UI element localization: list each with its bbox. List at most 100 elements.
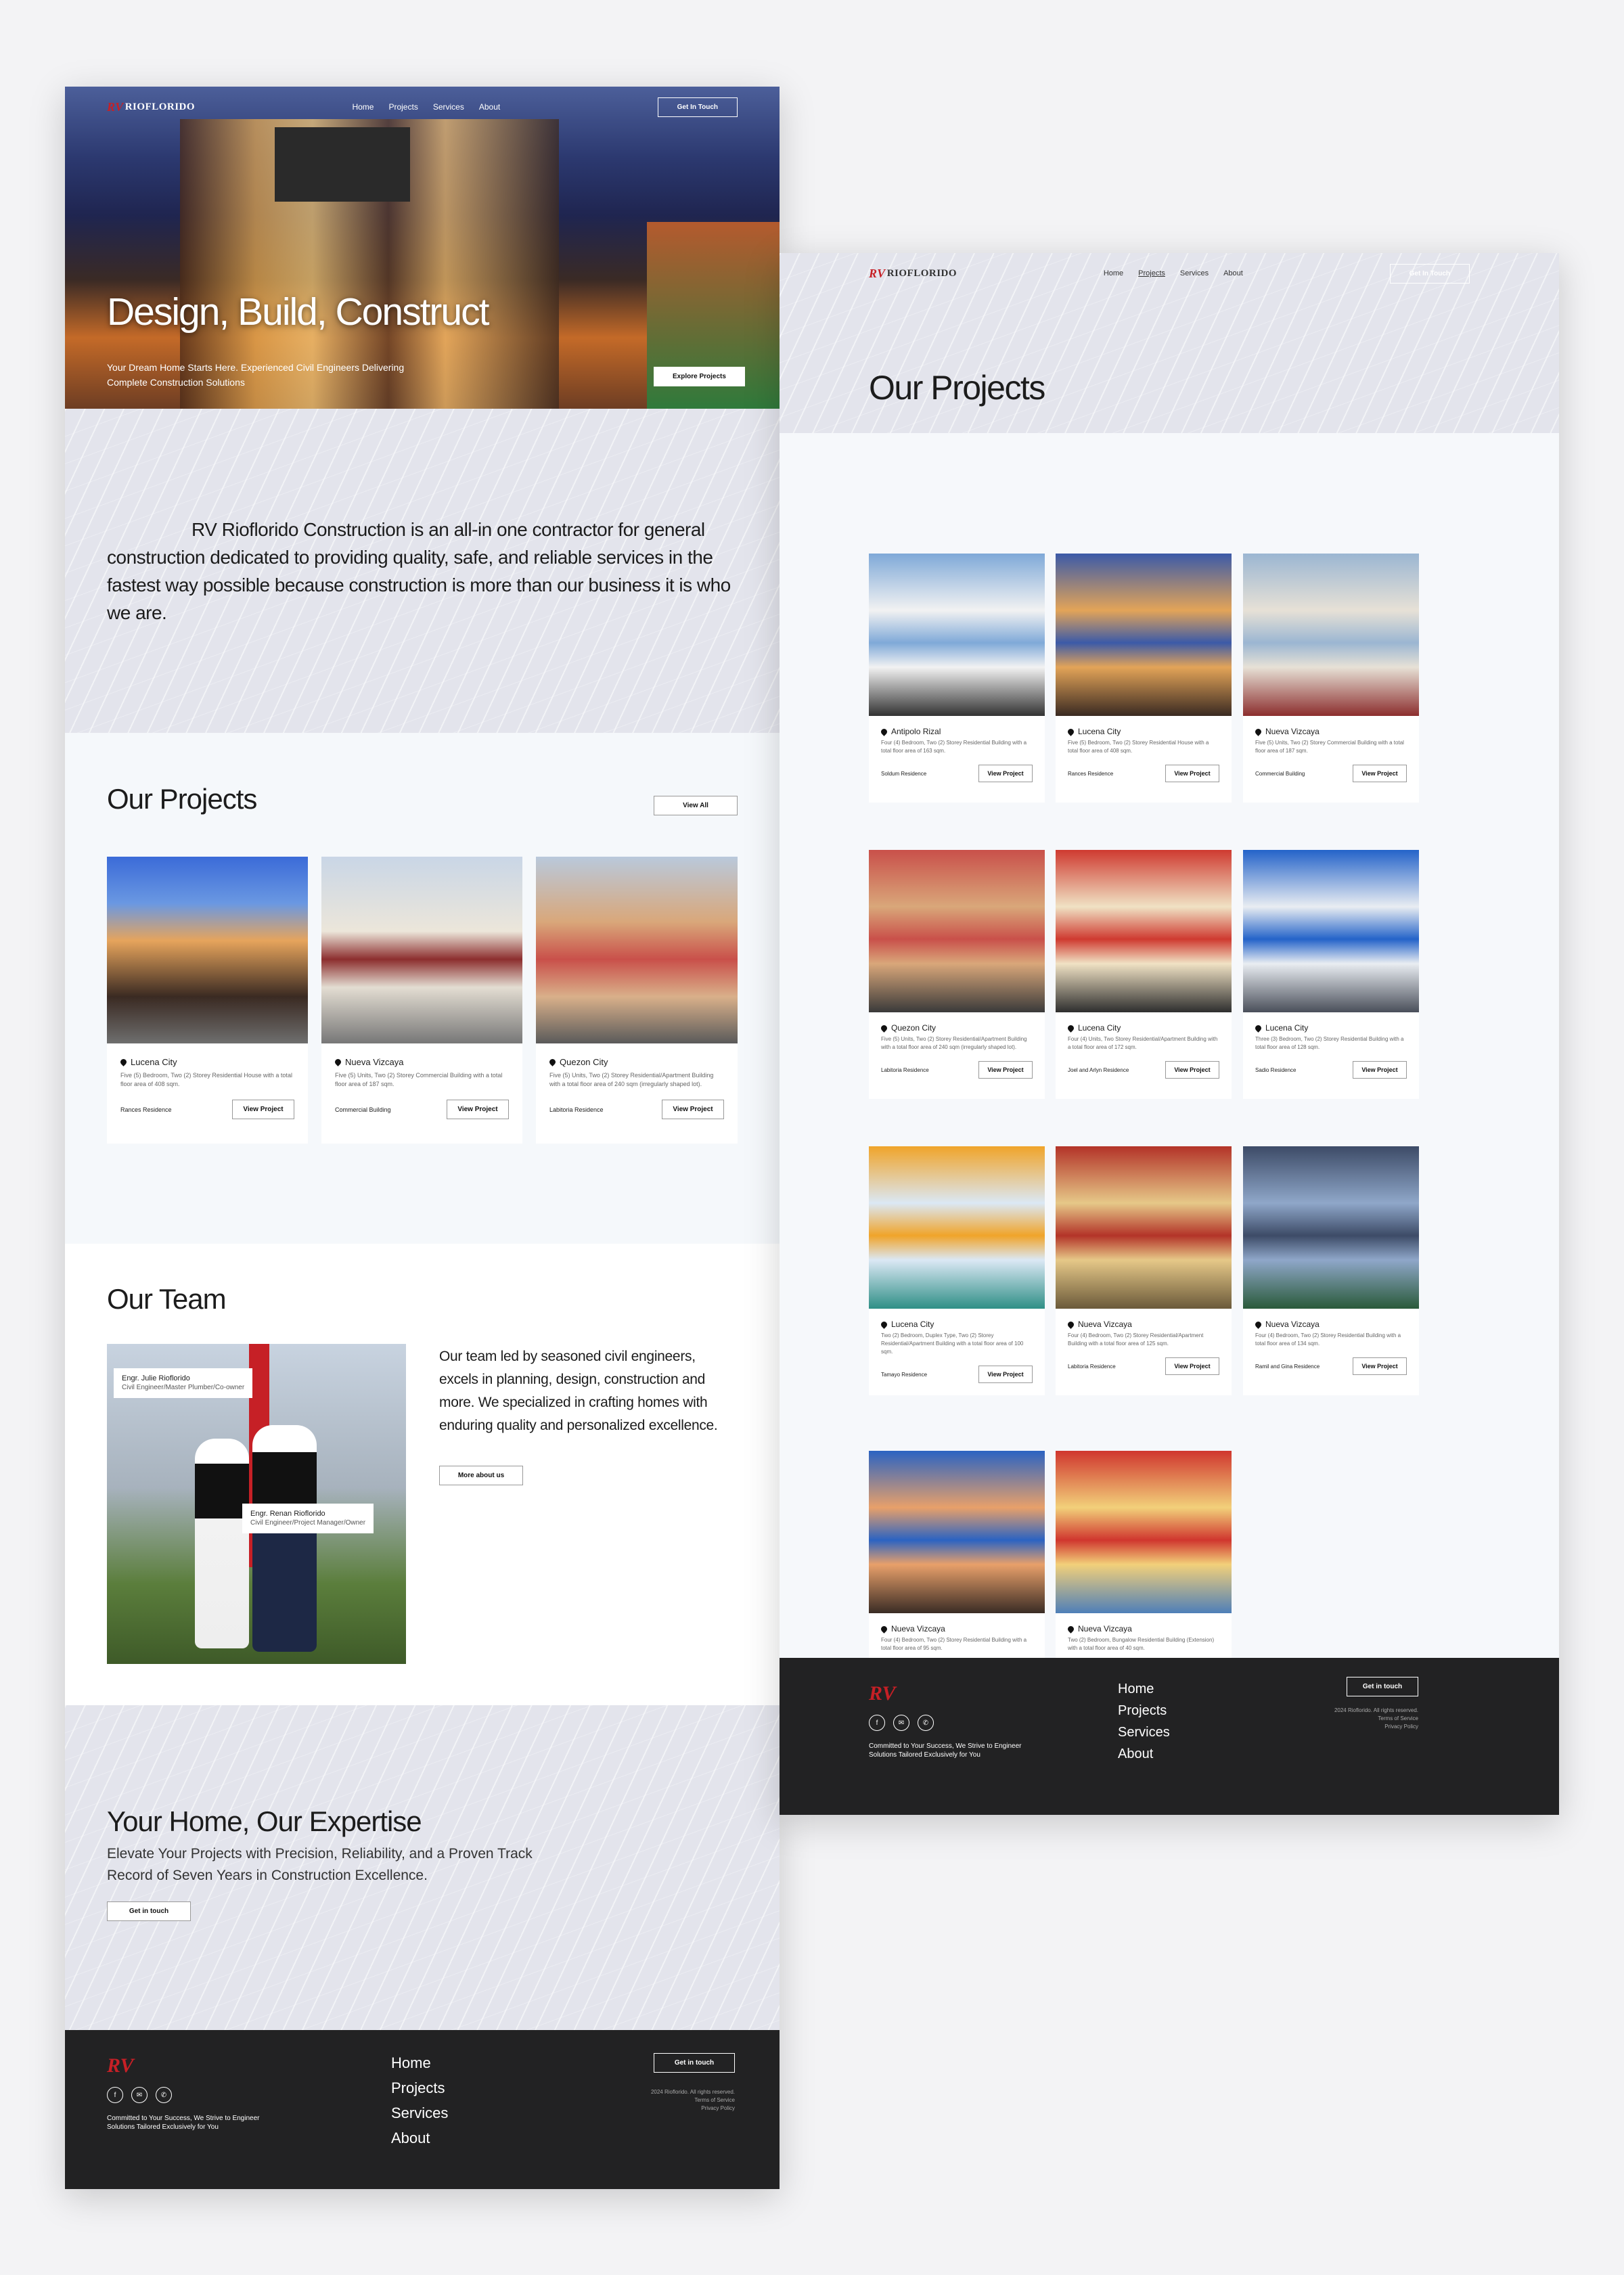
- footer-link-projects[interactable]: Projects: [1118, 1700, 1170, 1721]
- view-project-button[interactable]: View Project: [1165, 1357, 1219, 1375]
- project-photo: [1056, 554, 1232, 716]
- team-title: Our Team: [107, 1283, 227, 1315]
- project-card[interactable]: Nueva Vizcaya Five (5) Units, Two (2) St…: [321, 857, 522, 1144]
- brand-logo[interactable]: RV RIOFLORIDO: [107, 100, 195, 114]
- footer-tagline: Committed to Your Success, We Strive to …: [869, 1742, 1022, 1759]
- location-pin-icon: [880, 1023, 888, 1033]
- nav-services[interactable]: Services: [1180, 269, 1209, 277]
- location-pin-icon: [1254, 727, 1263, 736]
- location-pin-icon: [1254, 1023, 1263, 1033]
- footer-link-home[interactable]: Home: [391, 2050, 448, 2075]
- footer-link-services[interactable]: Services: [1118, 1721, 1170, 1743]
- project-description: Three (3) Bedroom, Two (2) Storey Reside…: [1255, 1036, 1404, 1050]
- privacy-link[interactable]: Privacy Policy: [1283, 1723, 1418, 1731]
- footer-get-in-touch-button[interactable]: Get in touch: [1347, 1677, 1418, 1696]
- project-photo: [1243, 554, 1419, 716]
- project-card[interactable]: Antipolo Rizal Four (4) Bedroom, Two (2) …: [869, 554, 1045, 803]
- footer-legal: 2024 Rioflorido. All rights reserved. Te…: [1283, 1707, 1418, 1731]
- more-about-us-button[interactable]: More about us: [439, 1466, 523, 1485]
- project-name: Tamayo Residence: [881, 1371, 928, 1378]
- footer-link-services[interactable]: Services: [391, 2100, 448, 2125]
- brand-name: RIOFLORIDO: [886, 267, 957, 279]
- intro-text: RV Riofloridо Construction is an all-in …: [107, 519, 731, 623]
- get-in-touch-cta-button[interactable]: Get in touch: [107, 1901, 191, 1921]
- project-card[interactable]: Nueva Vizcaya Five (5) Units, Two (2) Sto…: [1243, 554, 1419, 803]
- project-description: Two (2) Bedroom, Duplex Type, Two (2) St…: [881, 1332, 1024, 1355]
- nav-projects[interactable]: Projects: [388, 102, 418, 112]
- footer-logo[interactable]: RV: [107, 2054, 133, 2077]
- view-all-button[interactable]: View All: [654, 796, 738, 815]
- project-location: Antipolo Rizal: [891, 727, 941, 736]
- location-pin-icon: [880, 727, 888, 736]
- nav-home[interactable]: Home: [1104, 269, 1123, 277]
- project-location: Lucena City: [131, 1057, 177, 1067]
- nav-about[interactable]: About: [1223, 269, 1243, 277]
- project-card[interactable]: Nueva Vizcaya Four (4) Bedroom, Two (2) S…: [1056, 1146, 1232, 1395]
- phone-icon[interactable]: ✆: [156, 2087, 172, 2103]
- intro-section: RV Riofloridо Construction is an all-in …: [65, 409, 780, 733]
- member-name: Engr. Julie Rioflorido: [122, 1374, 190, 1382]
- explore-projects-button[interactable]: Explore Projects: [654, 367, 745, 386]
- location-pin-icon: [880, 1624, 888, 1634]
- footer-links: Home Projects Services About: [391, 2050, 448, 2150]
- cta-section: Your Home, Our Expertise Elevate Your Pr…: [65, 1705, 780, 2030]
- project-card[interactable]: Lucena City Four (4) Units, Two Storey Re…: [1056, 850, 1232, 1099]
- mail-icon[interactable]: ✉: [893, 1715, 909, 1731]
- view-project-button[interactable]: View Project: [1353, 765, 1407, 782]
- view-project-button[interactable]: View Project: [978, 1366, 1033, 1383]
- footer-link-about[interactable]: About: [391, 2125, 448, 2150]
- project-card[interactable]: Lucena City Three (3) Bedroom, Two (2) St…: [1243, 850, 1419, 1099]
- project-photo: [1243, 1146, 1419, 1309]
- hero-house-roof: [275, 127, 410, 202]
- get-in-touch-button[interactable]: Get In Touch: [657, 97, 738, 117]
- view-project-button[interactable]: View Project: [978, 1061, 1033, 1079]
- project-name: Labitoria Residence: [1068, 1363, 1116, 1370]
- project-photo: [1056, 850, 1232, 1012]
- terms-link[interactable]: Terms of Service: [1283, 1715, 1418, 1723]
- project-location: Lucena City: [1078, 727, 1121, 736]
- view-project-button[interactable]: View Project: [447, 1100, 509, 1119]
- nav-links: Home Projects Services About: [352, 102, 500, 112]
- footer-link-about[interactable]: About: [1118, 1743, 1170, 1765]
- view-project-button[interactable]: View Project: [1353, 1357, 1407, 1375]
- projects-grid: Antipolo Rizal Four (4) Bedroom, Two (2) …: [780, 433, 1559, 1700]
- nav-links: Home Projects Services About: [1104, 269, 1243, 277]
- project-card[interactable]: Quezon City Five (5) Units, Two (2) Stor…: [536, 857, 738, 1144]
- mail-icon[interactable]: ✉: [131, 2087, 148, 2103]
- get-in-touch-button[interactable]: Get In Touch: [1389, 263, 1470, 284]
- view-project-button[interactable]: View Project: [1353, 1061, 1407, 1079]
- project-card[interactable]: Lucena City Five (5) Bedroom, Two (2) Sto…: [1056, 554, 1232, 803]
- view-project-button[interactable]: View Project: [1165, 1061, 1219, 1079]
- hero-title: Design, Build, Construct: [107, 290, 489, 334]
- nav-services[interactable]: Services: [433, 102, 464, 112]
- project-photo: [107, 857, 308, 1043]
- footer-logo[interactable]: RV: [869, 1682, 895, 1705]
- footer-link-home[interactable]: Home: [1118, 1678, 1170, 1700]
- project-card[interactable]: Nueva Vizcaya Four (4) Bedroom, Two (2) S…: [1243, 1146, 1419, 1395]
- view-project-button[interactable]: View Project: [978, 765, 1033, 782]
- view-project-button[interactable]: View Project: [1165, 765, 1219, 782]
- footer-link-projects[interactable]: Projects: [391, 2075, 448, 2100]
- nav-home[interactable]: Home: [352, 102, 374, 112]
- privacy-link[interactable]: Privacy Policy: [600, 2104, 735, 2113]
- project-name: Commercial Building: [1255, 770, 1305, 777]
- footer-legal: 2024 Rioflorido. All rights reserved. Te…: [600, 2088, 735, 2113]
- project-card[interactable]: Lucena City Five (5) Bedroom, Two (2) St…: [107, 857, 308, 1144]
- project-location: Nueva Vizcaya: [1078, 1624, 1132, 1634]
- project-card[interactable]: Lucena City Two (2) Bedroom, Duplex Type,…: [869, 1146, 1045, 1395]
- project-description: Four (4) Bedroom, Two (2) Storey Residen…: [1068, 1332, 1204, 1347]
- view-project-button[interactable]: View Project: [232, 1100, 294, 1119]
- nav-about[interactable]: About: [479, 102, 500, 112]
- brand-logo[interactable]: RV RIOFLORIDO: [869, 267, 957, 281]
- project-card[interactable]: Quezon City Five (5) Units, Two (2) Store…: [869, 850, 1045, 1099]
- facebook-icon[interactable]: f: [869, 1715, 885, 1731]
- footer-get-in-touch-button[interactable]: Get in touch: [654, 2053, 735, 2073]
- facebook-icon[interactable]: f: [107, 2087, 123, 2103]
- phone-icon[interactable]: ✆: [918, 1715, 934, 1731]
- terms-link[interactable]: Terms of Service: [600, 2096, 735, 2104]
- copyright-text: 2024 Rioflorido. All rights reserved.: [1334, 1707, 1418, 1713]
- view-project-button[interactable]: View Project: [662, 1100, 724, 1119]
- projects-page-mockup: RV RIOFLORIDO Home Projects Services Abou…: [780, 253, 1559, 1815]
- cta-text: Elevate Your Projects with Precision, Re…: [107, 1846, 533, 1883]
- nav-projects[interactable]: Projects: [1138, 269, 1165, 277]
